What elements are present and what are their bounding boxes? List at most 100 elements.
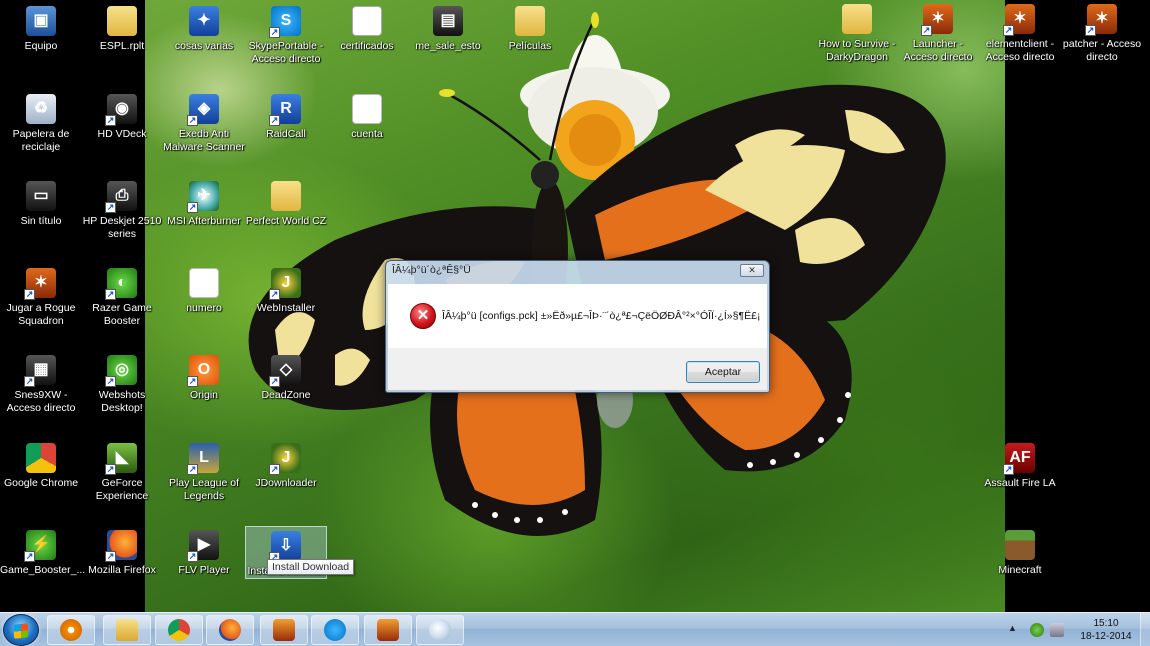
media-player-icon	[60, 619, 82, 641]
shortcut-arrow-icon: ↗	[1085, 25, 1096, 36]
desktop-icon-game-booster[interactable]: ⚡ ↗ Game_Booster_...	[0, 526, 85, 577]
desktop-icon-label: SkypePortable - Acceso directo	[248, 40, 324, 65]
start-button[interactable]	[3, 614, 39, 646]
dialog-body: ✕ ÎÂ¼þ°ü [configs.pck] ±»Ëð»µ£¬ÎÞ·¨´ò¿ª£…	[388, 284, 767, 348]
desktop-icon-razer-game-booster[interactable]: ◐ ↗ Razer Game Booster	[81, 264, 163, 327]
desktop-icon-label: Minecraft	[998, 564, 1042, 576]
desktop-icon-exedb-anti-malware-scanner[interactable]: ◈ ↗ Exedb Anti Malware Scanner	[163, 90, 245, 153]
tooltip: Install Download	[267, 559, 355, 575]
flv-player-icon: ▶ ↗	[187, 530, 219, 562]
desktop-icon-webinstaller[interactable]: J ↗ WebInstaller	[245, 264, 327, 315]
shortcut-arrow-icon: ↗	[24, 289, 35, 300]
shortcut-arrow-icon: ↗	[269, 376, 280, 387]
desktop-icon-pel-culas[interactable]: Películas	[489, 2, 571, 53]
dialog-title: ÎÂ¼þ°ü´ò¿ªÊ§°Ü	[392, 264, 471, 276]
shortcut-arrow-icon: ↗	[105, 202, 116, 213]
hd-vdeck-icon: ◉ ↗	[105, 94, 137, 126]
desktop-icon-numero[interactable]: ≡ numero	[163, 264, 245, 315]
desktop-icon-label: Razer Game Booster	[92, 302, 152, 327]
minecraft-icon	[1005, 530, 1035, 560]
taskbar-chrome-button[interactable]	[155, 615, 203, 645]
antimalware-icon: ◈ ↗	[187, 94, 219, 126]
desktop-icon-label: RaidCall	[266, 128, 306, 140]
desktop-icon-label: cosas varias	[174, 40, 234, 52]
desktop-icon-geforce-experience[interactable]: ◣ ↗ GeForce Experience	[81, 439, 163, 502]
installer-icon: ⇩ ↗	[269, 531, 301, 563]
taskbar-paint-button[interactable]	[416, 615, 464, 645]
desktop-icon-flv-player[interactable]: ▶ ↗ FLV Player	[163, 526, 245, 577]
desktop-icon-label: Google Chrome	[3, 477, 79, 489]
desktop-icon-label: How to Survive - DarkyDragon	[818, 38, 896, 63]
desktop-icon-label: WebInstaller	[256, 302, 316, 314]
skype-icon: S ↗	[269, 6, 301, 38]
security-icon[interactable]	[1030, 623, 1044, 637]
desktop-icon-mozilla-firefox[interactable]: ↗ Mozilla Firefox	[81, 526, 163, 577]
taskbar-skype-button[interactable]	[311, 615, 359, 645]
desktop-icon-jugar-a-rogue-squadron[interactable]: ✶ ↗ Jugar a Rogue Squadron	[0, 264, 82, 327]
desktop-icon-hd-vdeck[interactable]: ◉ ↗ HD VDeck	[81, 90, 163, 141]
desktop-icon-minecraft[interactable]: Minecraft	[979, 526, 1061, 577]
desktop-icon-launcher-acceso-directo[interactable]: ✶ ↗ Launcher - Acceso directo	[897, 0, 979, 63]
desktop-icon-label: Equipo	[24, 40, 58, 52]
desktop-icon-hp-deskjet-2510-series[interactable]: ⎙ ↗ HP Deskjet 2510 series	[81, 177, 163, 240]
desktop-icon-patcher-acceso-directo[interactable]: ✶ ↗ patcher - Acceso directo	[1061, 0, 1143, 63]
desktop-icon-deadzone[interactable]: ◇ ↗ DeadZone	[245, 351, 327, 402]
clock[interactable]: 15:10 18-12-2014	[1076, 617, 1136, 643]
certificate-icon: ✓	[352, 6, 382, 36]
desktop-icon-label: MSI Afterburner	[167, 215, 241, 227]
desktop-icon-assault-fire-la[interactable]: AF ↗ Assault Fire LA	[979, 439, 1061, 490]
taskbar-game-client-button[interactable]	[364, 615, 412, 645]
desktop-icon-origin[interactable]: O ↗ Origin	[163, 351, 245, 402]
accept-button[interactable]: Aceptar	[686, 361, 760, 383]
error-dialog: ÎÂ¼þ°ü´ò¿ªÊ§°Ü ✕ ✕ ÎÂ¼þ°ü [configs.pck] …	[385, 260, 770, 393]
desktop-icon-msi-afterburner[interactable]: ✈ ↗ MSI Afterburner	[163, 177, 245, 228]
desktop-icon-elementclient-acceso-directo[interactable]: ✶ ↗ elementclient - Acceso directo	[979, 0, 1061, 63]
desktop-icon-snes9xw-acceso-directo[interactable]: ▦ ↗ Snes9XW - Acceso directo	[0, 351, 82, 414]
desktop-icon-label: FLV Player	[178, 564, 230, 576]
taskbar-explorer-button[interactable]	[103, 615, 151, 645]
assault-fire-icon: AF ↗	[1003, 443, 1035, 475]
desktop-icon-how-to-survive-darkydragon[interactable]: How to Survive - DarkyDragon	[816, 0, 898, 63]
desktop-icon-label: Webshots Desktop!	[98, 389, 146, 414]
desktop-icon-label: Snes9XW - Acceso directo	[6, 389, 76, 414]
desktop-icon-skypeportable-acceso-directo[interactable]: S ↗ SkypePortable - Acceso directo	[245, 2, 327, 65]
text-file-icon: ≡	[352, 94, 382, 124]
close-button[interactable]: ✕	[740, 264, 764, 277]
image-icon: ▤	[433, 6, 463, 36]
desktop-icon-certificados[interactable]: ✓ certificados	[326, 2, 408, 53]
game-booster-icon: ⚡ ↗	[24, 530, 56, 562]
shortcut-arrow-icon: ↗	[105, 376, 116, 387]
desktop-icon-equipo[interactable]: ▣ Equipo	[0, 2, 82, 53]
desktop-icon-label: certificados	[340, 40, 394, 52]
desktop-icon-jdownloader[interactable]: J ↗ JDownloader	[245, 439, 327, 490]
desktop-icon-sin-t-tulo[interactable]: ▭ Sin título	[0, 177, 82, 228]
desktop-icon-papelera-de-reciclaje[interactable]: ♻ Papelera de reciclaje	[0, 90, 82, 153]
network-icon[interactable]	[1050, 623, 1064, 637]
desktop-icon-label: JDownloader	[255, 477, 317, 489]
desktop-icon-cuenta[interactable]: ≡ cuenta	[326, 90, 408, 141]
game-icon: ✶ ↗	[1003, 4, 1035, 36]
shortcut-arrow-icon: ↗	[105, 115, 116, 126]
shortcut-arrow-icon: ↗	[269, 27, 280, 38]
game-icon: ✶ ↗	[921, 4, 953, 36]
desktop-icon-label: HD VDeck	[97, 128, 147, 140]
msi-afterburner-icon: ✈ ↗	[187, 181, 219, 213]
taskbar-firefox-button[interactable]	[206, 615, 254, 645]
desktop-icon-play-league-of-legends[interactable]: L ↗ Play League of Legends	[163, 439, 245, 502]
shortcut-arrow-icon: ↗	[269, 289, 280, 300]
desktop-icon-perfect-world-cz[interactable]: Perfect World CZ	[245, 177, 327, 228]
desktop-icon-raidcall[interactable]: R ↗ RaidCall	[245, 90, 327, 141]
printer-icon: ⎙ ↗	[105, 181, 137, 213]
show-hidden-icons-button[interactable]: ▲	[1008, 623, 1017, 633]
taskbar-media-player-button[interactable]	[47, 615, 95, 645]
chrome-icon	[26, 443, 56, 473]
desktop-icon-cosas-varias[interactable]: ✦ cosas varias	[163, 2, 245, 53]
error-icon: ✕	[410, 303, 436, 329]
show-desktop-button[interactable]	[1140, 613, 1150, 646]
taskbar-game-launcher-button[interactable]	[260, 615, 308, 645]
desktop-icon-espl-rplt[interactable]: ESPL.rplt	[81, 2, 163, 53]
desktop-icon-webshots-desktop[interactable]: ◎ ↗ Webshots Desktop!	[81, 351, 163, 414]
razer-icon: ◐ ↗	[105, 268, 137, 300]
desktop-icon-google-chrome[interactable]: Google Chrome	[0, 439, 82, 490]
desktop-icon-me-sale-esto[interactable]: ▤ me_sale_esto	[407, 2, 489, 53]
